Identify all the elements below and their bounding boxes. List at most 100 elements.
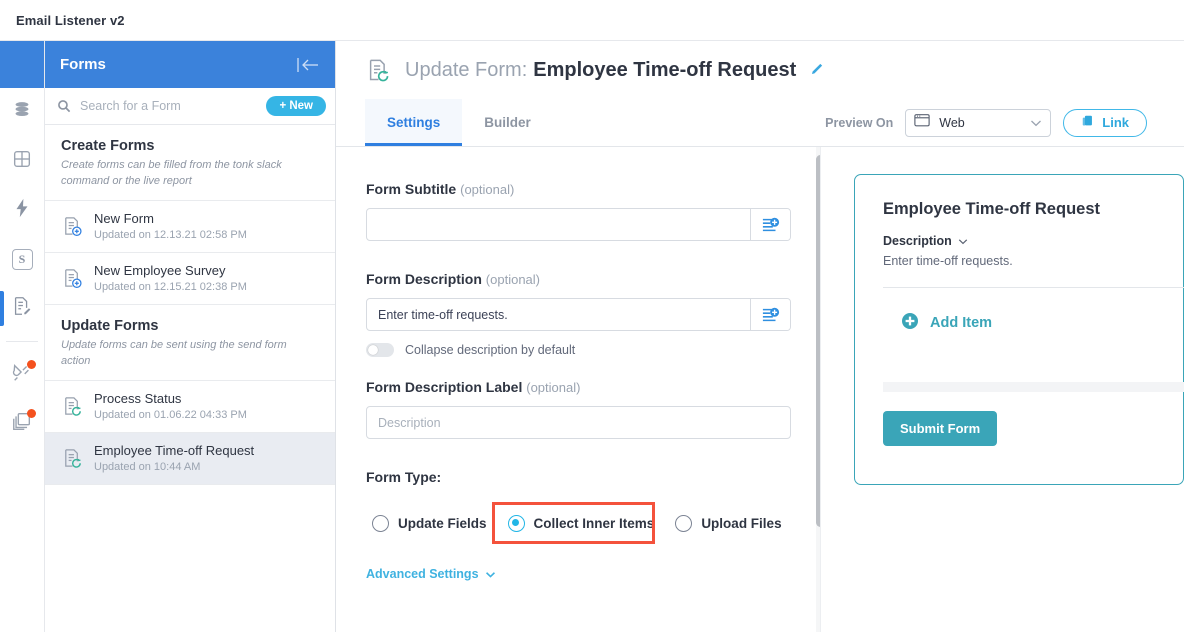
form-edit-icon xyxy=(11,295,33,322)
rail-item-connector[interactable] xyxy=(0,350,44,399)
form-description-input-wrap xyxy=(366,298,791,331)
app-topbar: Email Listener v2 xyxy=(0,0,1184,41)
plus-circle-icon xyxy=(901,312,919,334)
optional-tag: (optional) xyxy=(526,380,580,395)
label-text: Form Description xyxy=(366,271,482,287)
settings-form: Form Subtitle (optional) xyxy=(336,147,820,583)
tab-settings[interactable]: Settings xyxy=(365,99,462,146)
list-item[interactable]: New Form Updated on 12.13.21 02:58 PM xyxy=(45,201,335,253)
link-button[interactable]: Link xyxy=(1063,109,1147,137)
radio-circle-icon xyxy=(372,515,389,532)
chevron-down-icon xyxy=(958,234,968,248)
form-name: New Employee Survey xyxy=(94,263,247,278)
list-item[interactable]: Process Status Updated on 01.06.22 04:33… xyxy=(45,381,335,433)
group-description: Update forms can be sent using the send … xyxy=(61,338,319,369)
preview-footer-bar xyxy=(883,382,1184,392)
rail-header-fill xyxy=(0,41,44,88)
form-description-label: Form Description (optional) xyxy=(366,271,820,287)
collapse-left-icon xyxy=(295,56,321,74)
form-type-radio-group: Update Fields Collect Inner Items Upload… xyxy=(366,501,820,545)
form-description-input[interactable] xyxy=(367,299,750,330)
advanced-settings-toggle[interactable]: Advanced Settings xyxy=(366,567,496,581)
forms-panel: Forms + New Create Forms Create forms ca… xyxy=(45,41,336,632)
collapse-panel-button[interactable] xyxy=(295,56,321,74)
form-subtitle-label: Form Subtitle (optional) xyxy=(366,181,820,197)
form-updated: Updated on 01.06.22 04:33 PM xyxy=(94,409,247,421)
list-item-selected[interactable]: Employee Time-off Request Updated on 10:… xyxy=(45,433,335,485)
label-text: Form Subtitle xyxy=(366,181,456,197)
radio-circle-icon xyxy=(675,515,692,532)
main-header: Update Form: Employee Time-off Request xyxy=(336,41,1184,99)
new-form-button[interactable]: + New xyxy=(266,96,326,116)
edit-title-button[interactable] xyxy=(808,62,824,78)
rail-item-slack[interactable]: S xyxy=(0,235,44,284)
preview-form-title: Employee Time-off Request xyxy=(883,200,1183,219)
lightning-icon xyxy=(11,197,33,224)
radio-label: Upload Files xyxy=(701,516,781,531)
pencil-icon xyxy=(808,62,824,78)
radio-option-upload-files[interactable]: Upload Files xyxy=(675,515,781,532)
preview-device-select[interactable]: Web xyxy=(905,109,1051,137)
preview-divider xyxy=(883,287,1184,288)
form-type-label: Form Type: xyxy=(366,469,820,485)
preview-add-item-button[interactable]: Add Item xyxy=(883,312,1183,334)
form-subtitle-input[interactable] xyxy=(367,209,750,240)
form-name: New Form xyxy=(94,211,247,226)
browser-window-icon xyxy=(914,113,930,132)
collapse-description-row: Collapse description by default xyxy=(366,343,820,357)
advanced-settings-label: Advanced Settings xyxy=(366,567,479,581)
radio-label: Update Fields xyxy=(398,516,487,531)
form-updated: Updated on 12.13.21 02:58 PM xyxy=(94,229,247,241)
form-updated: Updated on 10:44 AM xyxy=(94,461,254,473)
tab-builder[interactable]: Builder xyxy=(462,99,553,146)
radio-label: Collect Inner Items xyxy=(534,516,655,531)
search-icon xyxy=(57,99,71,113)
preview-submit-button[interactable]: Submit Form xyxy=(883,411,997,446)
collapse-description-label: Collapse description by default xyxy=(405,343,575,357)
group-header-create-forms: Create Forms Create forms can be filled … xyxy=(45,125,335,201)
radio-option-update-fields[interactable]: Update Fields xyxy=(372,515,487,532)
link-copy-icon xyxy=(1081,114,1095,131)
rail-item-layers[interactable] xyxy=(0,399,44,448)
rail-item-grid[interactable] xyxy=(0,137,44,186)
grid-icon xyxy=(11,148,33,175)
insert-variable-button[interactable] xyxy=(750,299,790,330)
search-input[interactable] xyxy=(80,99,266,113)
page-title-name: Employee Time-off Request xyxy=(533,59,796,82)
forms-panel-title: Forms xyxy=(60,56,106,73)
rail-item-lightning[interactable] xyxy=(0,186,44,235)
group-header-update-forms: Update Forms Update forms can be sent us… xyxy=(45,305,335,381)
list-item[interactable]: New Employee Survey Updated on 12.15.21 … xyxy=(45,253,335,305)
rail-divider xyxy=(6,341,38,342)
page-title: Update Form: Employee Time-off Request xyxy=(405,59,824,82)
preview-description-text: Enter time-off requests. xyxy=(883,254,1183,268)
rail-item-forms[interactable] xyxy=(0,284,44,333)
optional-tag: (optional) xyxy=(460,182,514,197)
link-button-label: Link xyxy=(1102,115,1129,130)
label-text: Form Description Label xyxy=(366,379,522,395)
main-area: Update Form: Employee Time-off Request S… xyxy=(336,41,1184,632)
preview-description-label: Description xyxy=(883,234,952,248)
preview-description-toggle[interactable]: Description xyxy=(883,234,1183,248)
form-name: Employee Time-off Request xyxy=(94,443,254,458)
settings-preview-split: Form Subtitle (optional) xyxy=(336,147,1184,632)
list-item-text: New Form Updated on 12.13.21 02:58 PM xyxy=(94,211,247,241)
list-item-text: Employee Time-off Request Updated on 10:… xyxy=(94,443,254,473)
insert-variable-button[interactable] xyxy=(750,209,790,240)
list-item-text: New Employee Survey Updated on 12.15.21 … xyxy=(94,263,247,293)
preview-on-group: Preview On Web xyxy=(825,99,1184,146)
tab-bar: Settings Builder Preview On Web xyxy=(336,99,1184,147)
radio-option-collect-inner-items[interactable]: Collect Inner Items xyxy=(508,515,655,532)
form-add-icon xyxy=(61,267,84,290)
page-title-prefix: Update Form: xyxy=(405,59,527,82)
form-description-label-input[interactable] xyxy=(366,406,791,439)
form-update-icon xyxy=(365,57,392,84)
preview-column: Employee Time-off Request Description En… xyxy=(821,147,1184,632)
rail-item-database[interactable] xyxy=(0,88,44,137)
collapse-description-toggle[interactable] xyxy=(366,343,394,357)
optional-tag: (optional) xyxy=(486,272,540,287)
list-item-text: Process Status Updated on 01.06.22 04:33… xyxy=(94,391,247,421)
preview-add-item-label: Add Item xyxy=(930,315,992,331)
chevron-down-icon xyxy=(1030,114,1042,132)
notification-badge xyxy=(27,409,36,418)
